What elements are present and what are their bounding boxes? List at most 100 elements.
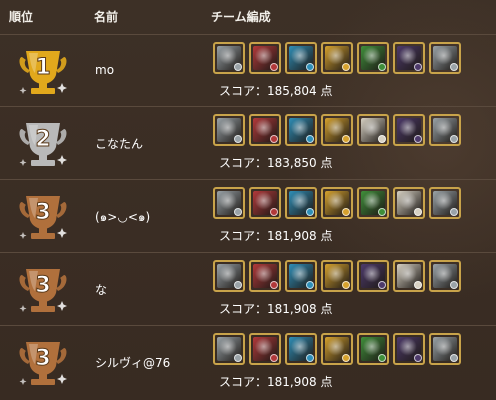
score-text: スコア：185,804 点 — [219, 84, 333, 98]
monster-card-white-angel[interactable] — [393, 187, 425, 219]
trophy-icon: 3 — [14, 334, 72, 392]
attribute-orb-icon — [378, 63, 386, 71]
monster-card-red-warrior[interactable] — [249, 187, 281, 219]
monster-card-yellow-girl[interactable] — [321, 333, 353, 365]
attribute-orb-icon — [450, 354, 458, 362]
attribute-orb-icon — [414, 135, 422, 143]
attribute-orb-icon — [450, 281, 458, 289]
monster-card-white-angel[interactable] — [393, 260, 425, 292]
attribute-orb-icon — [342, 208, 350, 216]
table-row: 3 シルヴィ@76 スコア：181,908 点 — [0, 325, 496, 399]
attribute-orb-icon — [306, 281, 314, 289]
score-text: スコア：183,850 点 — [219, 156, 333, 170]
team-lineup — [213, 260, 461, 292]
monster-card-yellow-girl[interactable] — [321, 114, 353, 146]
monster-card-silver-knight[interactable] — [213, 42, 245, 74]
monster-card-silver-knight[interactable] — [429, 333, 461, 365]
monster-card-yellow-girl[interactable] — [321, 42, 353, 74]
rank-number: 3 — [35, 346, 50, 371]
team-lineup — [213, 42, 461, 74]
attribute-orb-icon — [378, 208, 386, 216]
monster-card-red-warrior[interactable] — [249, 260, 281, 292]
monster-card-blue-mage[interactable] — [285, 114, 317, 146]
attribute-orb-icon — [342, 135, 350, 143]
attribute-orb-icon — [450, 135, 458, 143]
monster-card-silver-knight[interactable] — [213, 114, 245, 146]
attribute-orb-icon — [342, 281, 350, 289]
attribute-orb-icon — [378, 281, 386, 289]
attribute-orb-icon — [414, 63, 422, 71]
attribute-orb-icon — [306, 135, 314, 143]
attribute-orb-icon — [270, 135, 278, 143]
team-lineup — [213, 333, 461, 365]
ranking-board: 順位 名前 チーム編成 1 mo スコア：185,804 点 2 こなたんスコア：183… — [0, 0, 496, 400]
trophy-icon: 3 — [14, 188, 72, 246]
team-lineup — [213, 114, 461, 146]
attribute-orb-icon — [270, 281, 278, 289]
monster-card-blue-mage[interactable] — [285, 42, 317, 74]
player-name: こなたん — [95, 137, 144, 151]
player-name: (๑>◡<๑) — [95, 210, 151, 224]
monster-card-red-warrior[interactable] — [249, 114, 281, 146]
attribute-orb-icon — [378, 135, 386, 143]
monster-card-silver-knight[interactable] — [429, 42, 461, 74]
monster-card-silver-knight[interactable] — [213, 333, 245, 365]
monster-card-silver-knight[interactable] — [429, 187, 461, 219]
rank-number: 3 — [35, 273, 50, 298]
score-text: スコア：181,908 点 — [219, 302, 333, 316]
monster-card-yellow-girl[interactable] — [321, 260, 353, 292]
attribute-orb-icon — [342, 63, 350, 71]
attribute-orb-icon — [270, 63, 278, 71]
rank-number: 1 — [35, 55, 50, 80]
monster-card-silver-knight[interactable] — [213, 260, 245, 292]
attribute-orb-icon — [450, 208, 458, 216]
table-header: 順位 名前 チーム編成 — [0, 0, 496, 35]
monster-card-silver-knight[interactable] — [213, 187, 245, 219]
attribute-orb-icon — [342, 354, 350, 362]
monster-card-white-angel[interactable] — [357, 114, 389, 146]
monster-card-dark-witch[interactable] — [393, 42, 425, 74]
score-text: スコア：181,908 点 — [219, 375, 333, 389]
team-column-header: チーム編成 — [211, 10, 271, 24]
monster-card-blue-mage[interactable] — [285, 333, 317, 365]
monster-card-red-warrior[interactable] — [249, 42, 281, 74]
attribute-orb-icon — [414, 354, 422, 362]
monster-card-blue-mage[interactable] — [285, 187, 317, 219]
monster-card-silver-knight[interactable] — [429, 260, 461, 292]
score-text: スコア：181,908 点 — [219, 229, 333, 243]
rank-number: 3 — [35, 200, 50, 225]
monster-card-dark-witch[interactable] — [393, 333, 425, 365]
attribute-orb-icon — [234, 208, 242, 216]
monster-card-red-warrior[interactable] — [249, 333, 281, 365]
attribute-orb-icon — [378, 354, 386, 362]
attribute-orb-icon — [306, 208, 314, 216]
attribute-orb-icon — [270, 354, 278, 362]
monster-card-dark-witch[interactable] — [393, 114, 425, 146]
attribute-orb-icon — [234, 135, 242, 143]
monster-card-yellow-girl[interactable] — [321, 187, 353, 219]
trophy-icon: 3 — [14, 261, 72, 319]
table-row: 3 なスコア：181,908 点 — [0, 252, 496, 326]
trophy-icon: 1 — [14, 43, 72, 101]
monster-card-green-beast[interactable] — [357, 187, 389, 219]
monster-card-green-beast[interactable] — [357, 333, 389, 365]
monster-card-dark-witch[interactable] — [357, 260, 389, 292]
team-lineup — [213, 187, 461, 219]
attribute-orb-icon — [414, 208, 422, 216]
monster-card-blue-mage[interactable] — [285, 260, 317, 292]
attribute-orb-icon — [414, 281, 422, 289]
trophy-icon: 2 — [14, 115, 72, 173]
monster-card-silver-knight[interactable] — [429, 114, 461, 146]
attribute-orb-icon — [450, 63, 458, 71]
attribute-orb-icon — [234, 354, 242, 362]
player-name: mo — [95, 63, 115, 77]
attribute-orb-icon — [306, 354, 314, 362]
attribute-orb-icon — [234, 281, 242, 289]
table-row: 1 mo スコア：185,804 点 — [0, 34, 496, 108]
name-column-header: 名前 — [94, 10, 119, 24]
player-name: な — [95, 283, 108, 297]
rank-number: 2 — [35, 127, 50, 152]
monster-card-green-beast[interactable] — [357, 42, 389, 74]
attribute-orb-icon — [270, 208, 278, 216]
table-row: 2 こなたんスコア：183,850 点 — [0, 106, 496, 180]
